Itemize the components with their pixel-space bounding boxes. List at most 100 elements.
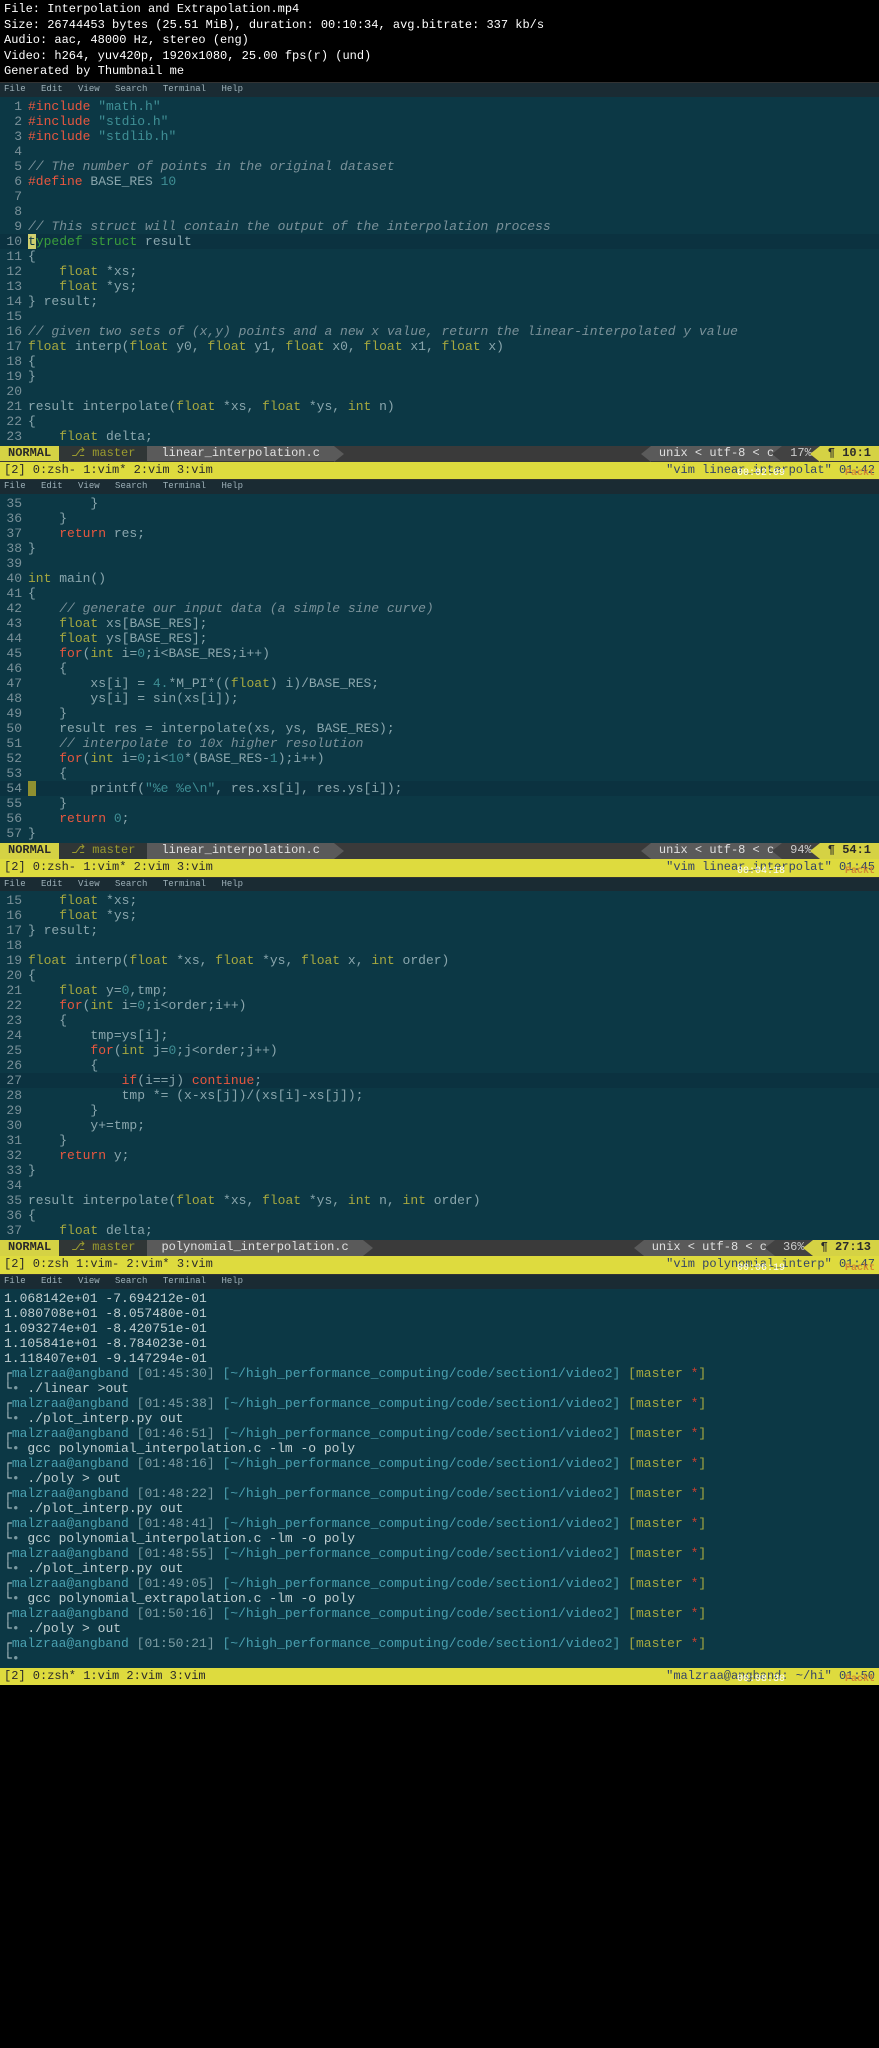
code-line[interactable]: 20 bbox=[0, 384, 879, 399]
command-line[interactable]: └• gcc polynomial_interpolation.c -lm -o… bbox=[4, 1531, 875, 1546]
command-line[interactable]: └• ./poly > out bbox=[4, 1471, 875, 1486]
command-line[interactable]: └• ./plot_interp.py out bbox=[4, 1561, 875, 1576]
code-line[interactable]: 10typedef struct result bbox=[0, 234, 879, 249]
code-line[interactable]: 24 tmp=ys[i]; bbox=[0, 1028, 879, 1043]
editor-area-3[interactable]: 15 float *xs;16 float *ys;17} result;181… bbox=[0, 891, 879, 1240]
code-line[interactable]: 25 for(int j=0;j<order;j++) bbox=[0, 1043, 879, 1058]
code-line[interactable]: 6#define BASE_RES 10 bbox=[0, 174, 879, 189]
command-line[interactable]: └• ./plot_interp.py out bbox=[4, 1411, 875, 1426]
code-line[interactable]: 46 { bbox=[0, 661, 879, 676]
code-content[interactable]: tmp=ys[i]; bbox=[28, 1028, 879, 1043]
code-line[interactable]: 14} result; bbox=[0, 294, 879, 309]
command-line[interactable]: └• ./poly > out bbox=[4, 1621, 875, 1636]
code-content[interactable]: float ys[BASE_RES]; bbox=[28, 631, 879, 646]
code-content[interactable]: float xs[BASE_RES]; bbox=[28, 616, 879, 631]
code-content[interactable]: { bbox=[28, 1208, 879, 1223]
terminal-menu-bar[interactable]: File Edit View Search Terminal Help bbox=[0, 1275, 879, 1289]
code-content[interactable]: float delta; bbox=[28, 429, 879, 444]
code-line[interactable]: 36{ bbox=[0, 1208, 879, 1223]
code-line[interactable]: 50 result res = interpolate(xs, ys, BASE… bbox=[0, 721, 879, 736]
code-content[interactable]: for(int j=0;j<order;j++) bbox=[28, 1043, 879, 1058]
menu-help[interactable]: Help bbox=[221, 84, 243, 94]
code-content[interactable]: { bbox=[28, 661, 879, 676]
editor-area-2[interactable]: 35 }36 }37 return res;38}3940int main()4… bbox=[0, 494, 879, 843]
code-line[interactable]: 8 bbox=[0, 204, 879, 219]
code-content[interactable]: printf("%e %e\n", res.xs[i], res.ys[i]); bbox=[28, 781, 879, 796]
code-content[interactable]: float interp(float *xs, float *ys, float… bbox=[28, 953, 879, 968]
code-content[interactable] bbox=[28, 556, 879, 571]
code-line[interactable]: 57} bbox=[0, 826, 879, 841]
terminal-menu-bar[interactable]: File Edit View Search Terminal Help bbox=[0, 480, 879, 494]
terminal-menu-bar[interactable]: File Edit View Search Terminal Help bbox=[0, 83, 879, 97]
code-content[interactable]: } bbox=[28, 511, 879, 526]
code-line[interactable]: 49 } bbox=[0, 706, 879, 721]
code-line[interactable]: 21 float y=0,tmp; bbox=[0, 983, 879, 998]
code-line[interactable]: 30 y+=tmp; bbox=[0, 1118, 879, 1133]
code-line[interactable]: 40int main() bbox=[0, 571, 879, 586]
code-line[interactable]: 28 tmp *= (x-xs[j])/(xs[i]-xs[j]); bbox=[0, 1088, 879, 1103]
code-line[interactable]: 44 float ys[BASE_RES]; bbox=[0, 631, 879, 646]
code-content[interactable]: return 0; bbox=[28, 811, 879, 826]
code-line[interactable]: 17float interp(float y0, float y1, float… bbox=[0, 339, 879, 354]
code-line[interactable]: 48 ys[i] = sin(xs[i]); bbox=[0, 691, 879, 706]
code-content[interactable]: { bbox=[28, 1058, 879, 1073]
code-content[interactable] bbox=[28, 1178, 879, 1193]
code-line[interactable]: 32 return y; bbox=[0, 1148, 879, 1163]
code-content[interactable]: xs[i] = 4.*M_PI*((float) i)/BASE_RES; bbox=[28, 676, 879, 691]
code-content[interactable]: { bbox=[28, 1013, 879, 1028]
code-line[interactable]: 39 bbox=[0, 556, 879, 571]
code-content[interactable]: float *ys; bbox=[28, 908, 879, 923]
code-line[interactable]: 35result interpolate(float *xs, float *y… bbox=[0, 1193, 879, 1208]
menu-view[interactable]: View bbox=[78, 84, 100, 94]
code-content[interactable]: float delta; bbox=[28, 1223, 879, 1238]
menu-file[interactable]: File bbox=[4, 84, 26, 94]
code-line[interactable]: 4 bbox=[0, 144, 879, 159]
code-line[interactable]: 18{ bbox=[0, 354, 879, 369]
code-content[interactable]: tmp *= (x-xs[j])/(xs[i]-xs[j]); bbox=[28, 1088, 879, 1103]
code-content[interactable]: result interpolate(float *xs, float *ys,… bbox=[28, 399, 879, 414]
code-content[interactable]: } bbox=[28, 496, 879, 511]
code-content[interactable]: } result; bbox=[28, 294, 879, 309]
code-content[interactable]: } bbox=[28, 706, 879, 721]
code-content[interactable]: // generate our input data (a simple sin… bbox=[28, 601, 879, 616]
code-line[interactable]: 23 float delta; bbox=[0, 429, 879, 444]
code-line[interactable]: 36 } bbox=[0, 511, 879, 526]
code-content[interactable]: { bbox=[28, 766, 879, 781]
code-line[interactable]: 15 bbox=[0, 309, 879, 324]
code-content[interactable]: #include "math.h" bbox=[28, 99, 879, 114]
code-content[interactable]: } bbox=[28, 796, 879, 811]
code-content[interactable]: float y=0,tmp; bbox=[28, 983, 879, 998]
code-line[interactable]: 22{ bbox=[0, 414, 879, 429]
code-line[interactable]: 21result interpolate(float *xs, float *y… bbox=[0, 399, 879, 414]
code-line[interactable]: 7 bbox=[0, 189, 879, 204]
code-line[interactable]: 53 { bbox=[0, 766, 879, 781]
code-content[interactable]: // This struct will contain the output o… bbox=[28, 219, 879, 234]
code-content[interactable]: { bbox=[28, 249, 879, 264]
code-content[interactable] bbox=[28, 309, 879, 324]
code-content[interactable] bbox=[28, 384, 879, 399]
menu-terminal[interactable]: Terminal bbox=[163, 84, 206, 94]
menu-search[interactable]: Search bbox=[115, 84, 147, 94]
code-content[interactable]: #include "stdio.h" bbox=[28, 114, 879, 129]
code-content[interactable]: { bbox=[28, 354, 879, 369]
code-line[interactable]: 43 float xs[BASE_RES]; bbox=[0, 616, 879, 631]
code-line[interactable]: 20{ bbox=[0, 968, 879, 983]
terminal-menu-bar[interactable]: File Edit View Search Terminal Help bbox=[0, 878, 879, 892]
menu-edit[interactable]: Edit bbox=[41, 84, 63, 94]
code-content[interactable]: float *ys; bbox=[28, 279, 879, 294]
code-line[interactable]: 15 float *xs; bbox=[0, 893, 879, 908]
code-content[interactable] bbox=[28, 189, 879, 204]
code-content[interactable] bbox=[28, 144, 879, 159]
code-line[interactable]: 17} result; bbox=[0, 923, 879, 938]
code-content[interactable]: float interp(float y0, float y1, float x… bbox=[28, 339, 879, 354]
code-content[interactable]: for(int i=0;i<order;i++) bbox=[28, 998, 879, 1013]
code-content[interactable]: // The number of points in the original … bbox=[28, 159, 879, 174]
code-line[interactable]: 41{ bbox=[0, 586, 879, 601]
code-line[interactable]: 18 bbox=[0, 938, 879, 953]
code-content[interactable]: ys[i] = sin(xs[i]); bbox=[28, 691, 879, 706]
code-line[interactable]: 23 { bbox=[0, 1013, 879, 1028]
code-content[interactable]: } bbox=[28, 826, 879, 841]
code-content[interactable]: { bbox=[28, 968, 879, 983]
code-content[interactable]: result res = interpolate(xs, ys, BASE_RE… bbox=[28, 721, 879, 736]
code-content[interactable]: for(int i=0;i<10*(BASE_RES-1);i++) bbox=[28, 751, 879, 766]
